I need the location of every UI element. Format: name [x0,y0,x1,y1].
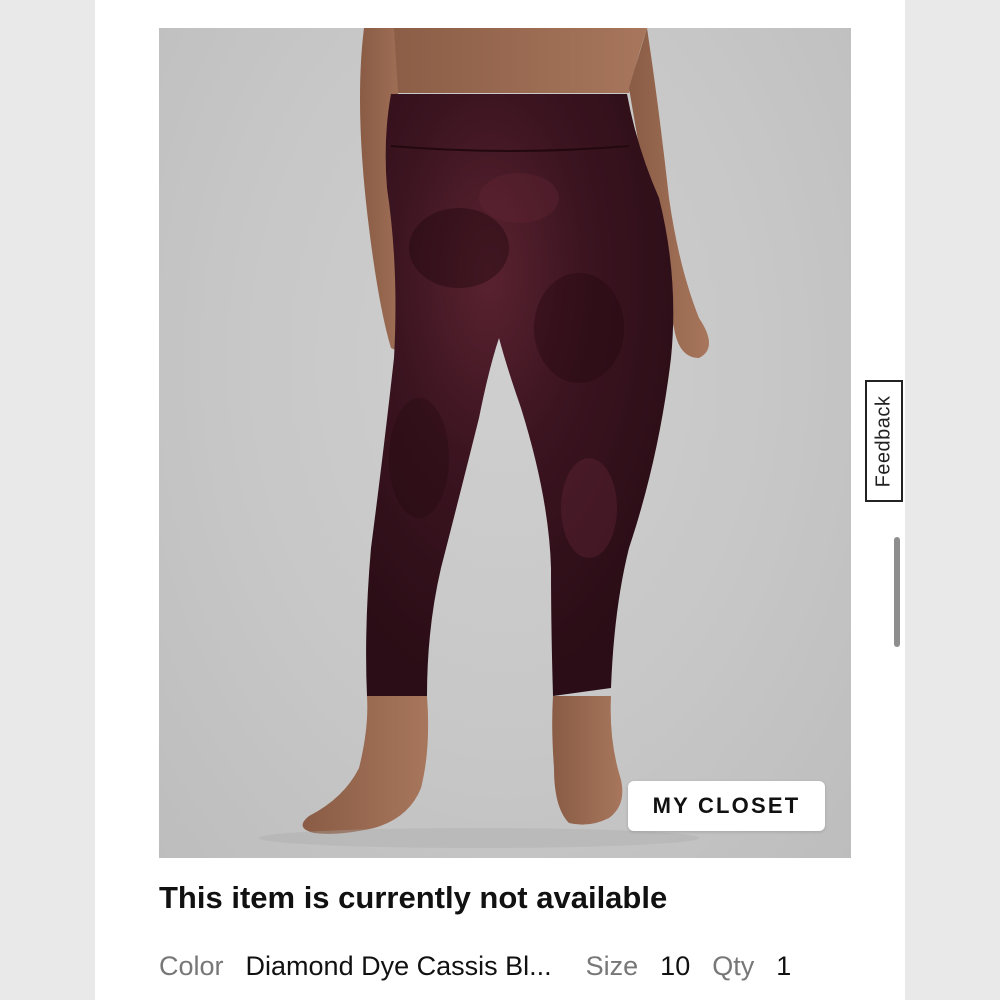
availability-message: This item is currently not available [159,880,668,915]
qty-value: 1 [776,950,792,981]
product-photo-illustration [259,28,709,848]
left-foot [302,696,429,834]
feedback-tab[interactable]: Feedback [865,380,903,502]
qty-label: Qty [712,950,755,981]
left-margin [0,0,95,1000]
right-foot [552,696,623,825]
right-margin [905,0,1000,1000]
torso [374,28,647,93]
color-value: Diamond Dye Cassis Bl... [245,950,552,981]
my-closet-button[interactable]: MY CLOSET [628,781,825,831]
scrollbar-thumb[interactable] [894,537,900,647]
feedback-label: Feedback [872,395,895,487]
color-label: Color [159,950,224,981]
size-value: 10 [660,950,691,981]
size-label: Size [585,950,639,981]
product-image[interactable] [159,28,851,858]
item-details-row: Color Diamond Dye Cassis Bl... Size 10 Q… [159,947,791,985]
